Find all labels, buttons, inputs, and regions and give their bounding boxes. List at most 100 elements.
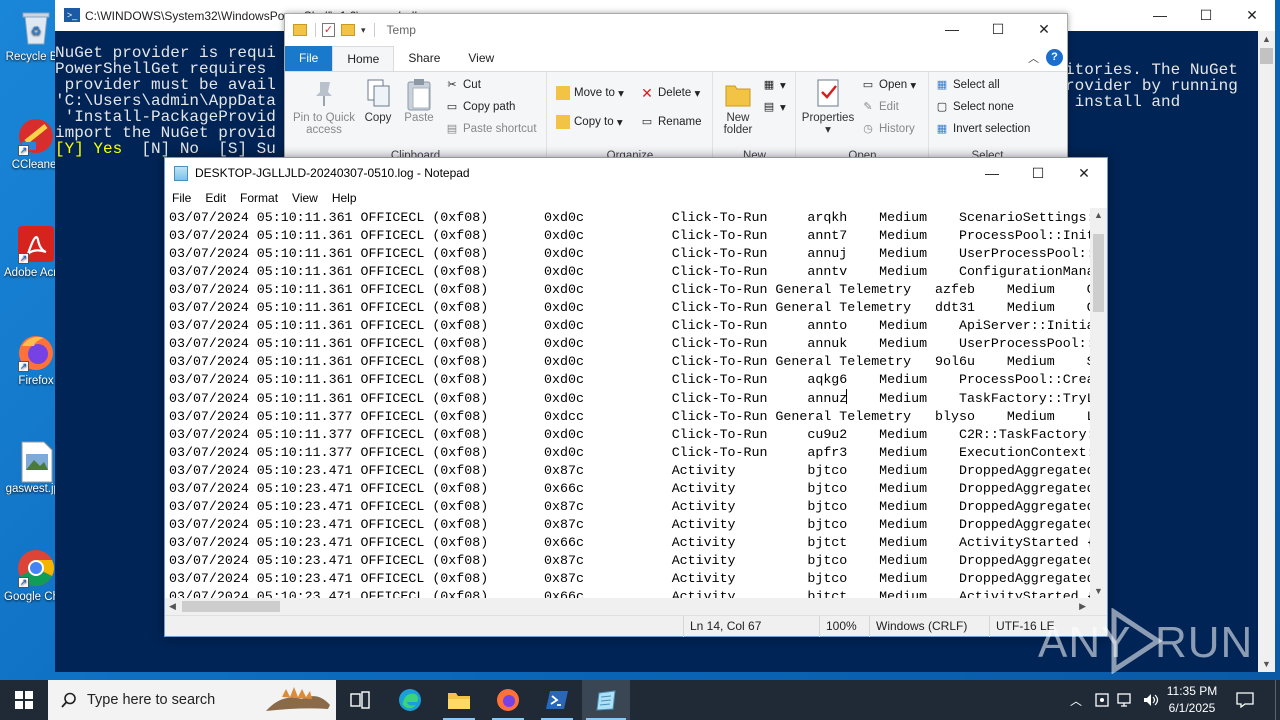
notepad-window[interactable]: DESKTOP-JGLLJLD-20240307-0510.log - Note… bbox=[164, 157, 1108, 637]
close-button[interactable]: ✕ bbox=[1229, 0, 1275, 30]
menu-view[interactable]: View bbox=[285, 188, 325, 208]
history-button[interactable]: ◷ History bbox=[861, 120, 915, 138]
notepad-text-area[interactable]: 03/07/2024 05:10:11.361 OFFICECL (0xf08)… bbox=[165, 208, 1107, 598]
open-icon: ▭ bbox=[862, 79, 874, 91]
properties-quick-icon[interactable]: ✓ bbox=[322, 23, 335, 37]
taskbar-firefox[interactable] bbox=[486, 680, 530, 720]
delete-button[interactable]: ✕ Delete ▾ bbox=[640, 84, 700, 102]
explorer-titlebar[interactable]: ✓ ▾ Temp — ☐ ✕ bbox=[285, 14, 1067, 46]
file-explorer-window[interactable]: ✓ ▾ Temp — ☐ ✕ File Home Share View ︿ ? … bbox=[284, 13, 1068, 163]
tab-home[interactable]: Home bbox=[332, 46, 395, 71]
scroll-down-arrow[interactable]: ▼ bbox=[1094, 586, 1103, 596]
maximize-button[interactable]: ☐ bbox=[1015, 158, 1061, 188]
scroll-thumb[interactable] bbox=[1093, 234, 1104, 312]
tab-view[interactable]: View bbox=[454, 46, 508, 71]
paste-button[interactable]: Paste bbox=[399, 78, 439, 124]
show-desktop-button[interactable] bbox=[1275, 680, 1280, 720]
powershell-scrollbar[interactable]: ▲ ▼ bbox=[1258, 31, 1275, 672]
notifications-button[interactable] bbox=[1236, 680, 1260, 720]
horizontal-scrollbar[interactable]: ◀ ▶ bbox=[165, 598, 1090, 615]
search-highlight-dinosaur-icon bbox=[266, 687, 330, 711]
notepad-titlebar[interactable]: DESKTOP-JGLLJLD-20240307-0510.log - Note… bbox=[165, 158, 1107, 188]
powershell-icon: >_ bbox=[64, 8, 80, 22]
windows-logo-icon bbox=[15, 691, 33, 709]
taskbar-search-box[interactable]: Type here to search bbox=[48, 680, 336, 720]
select-none-button[interactable]: ▢ Select none bbox=[935, 98, 1014, 116]
copy-path-icon: ▭ bbox=[446, 101, 458, 113]
new-item-button[interactable]: ▦ ▾ bbox=[762, 76, 786, 94]
scroll-down-arrow[interactable]: ▼ bbox=[1262, 659, 1271, 669]
tray-security-icon[interactable] bbox=[1094, 680, 1112, 720]
task-view-button[interactable] bbox=[338, 680, 382, 720]
help-icon[interactable]: ? bbox=[1046, 49, 1063, 66]
cut-button[interactable]: ✂ Cut bbox=[445, 76, 481, 94]
collapse-ribbon-icon[interactable]: ︿ bbox=[1028, 50, 1039, 66]
minimize-button[interactable]: — bbox=[1137, 0, 1183, 30]
log-line: 03/07/2024 05:10:11.361 OFFICECL (0xf08)… bbox=[169, 318, 1107, 333]
show-hidden-icons-button[interactable]: ︿ bbox=[1070, 680, 1086, 720]
taskbar-clock[interactable]: 11:35 PM 6/1/2025 bbox=[1166, 683, 1218, 717]
new-folder-quick-icon[interactable] bbox=[341, 24, 355, 36]
minimize-button[interactable]: — bbox=[969, 158, 1015, 188]
select-all-button[interactable]: ▦ Select all bbox=[935, 76, 1000, 94]
easy-access-button[interactable]: ▤ ▾ bbox=[762, 98, 786, 116]
log-line: 03/07/2024 05:10:23.471 OFFICECL (0xf08)… bbox=[169, 553, 1107, 568]
start-button[interactable] bbox=[0, 680, 48, 720]
properties-button[interactable]: Properties ▾ bbox=[799, 78, 857, 136]
copy-to-button[interactable]: Copy to ▾ bbox=[556, 113, 623, 131]
ps-line: provider must be avail bbox=[55, 76, 276, 94]
copy-to-icon bbox=[556, 115, 570, 129]
paste-label: Paste bbox=[404, 112, 434, 124]
scroll-thumb[interactable] bbox=[1260, 48, 1273, 64]
status-zoom: 100% bbox=[819, 616, 869, 637]
tab-file[interactable]: File bbox=[285, 46, 333, 71]
taskbar-file-explorer[interactable] bbox=[437, 680, 481, 720]
rename-button[interactable]: ▭ Rename bbox=[640, 113, 702, 131]
log-line: 03/07/2024 05:10:11.361 OFFICECL (0xf08)… bbox=[169, 372, 1107, 387]
taskbar-powershell[interactable] bbox=[535, 680, 579, 720]
close-button[interactable]: ✕ bbox=[1061, 158, 1107, 188]
cut-label: Cut bbox=[463, 79, 481, 91]
tray-volume-icon[interactable] bbox=[1142, 680, 1160, 720]
scroll-up-arrow[interactable]: ▲ bbox=[1094, 210, 1103, 220]
taskbar-notepad[interactable] bbox=[582, 680, 630, 720]
group-select: ▦ Select all ▢ Select none ▦ Invert selecti… bbox=[930, 72, 1045, 162]
tray-network-icon[interactable] bbox=[1117, 680, 1137, 720]
anyrun-watermark: ANY RUN bbox=[1038, 606, 1252, 676]
scroll-left-arrow[interactable]: ◀ bbox=[169, 601, 176, 612]
log-lines: 03/07/2024 05:10:11.361 OFFICECL (0xf08)… bbox=[169, 209, 1107, 598]
open-label: Open bbox=[879, 79, 908, 91]
invert-selection-button[interactable]: ▦ Invert selection bbox=[935, 120, 1031, 138]
copy-path-button[interactable]: ▭ Copy path bbox=[445, 98, 516, 116]
copy-path-label: Copy path bbox=[463, 101, 516, 113]
separator bbox=[373, 23, 375, 37]
new-folder-button[interactable]: New folder bbox=[718, 78, 758, 136]
taskbar-edge[interactable] bbox=[388, 680, 432, 720]
move-to-button[interactable]: Move to ▾ bbox=[556, 84, 624, 102]
copy-button[interactable]: Copy bbox=[359, 78, 397, 124]
scroll-thumb[interactable] bbox=[182, 601, 280, 612]
pin-quick-access-button[interactable]: Pin to Quick access bbox=[291, 78, 357, 136]
vertical-scrollbar[interactable]: ▲ ▼ bbox=[1090, 208, 1107, 598]
minimize-button[interactable]: — bbox=[929, 14, 975, 44]
network-icon bbox=[1117, 693, 1131, 707]
menu-file[interactable]: File bbox=[165, 188, 198, 208]
powershell-output[interactable]: NuGet provider is requi PowerShellGet req… bbox=[55, 45, 276, 157]
paste-shortcut-button[interactable]: ▤ Paste shortcut bbox=[445, 120, 537, 138]
menu-help[interactable]: Help bbox=[325, 188, 364, 208]
menu-format[interactable]: Format bbox=[233, 188, 285, 208]
maximize-button[interactable]: ☐ bbox=[1183, 0, 1229, 30]
open-button[interactable]: ▭ Open ▾ bbox=[861, 76, 916, 94]
menu-edit[interactable]: Edit bbox=[198, 188, 233, 208]
edit-button[interactable]: ✎ Edit bbox=[861, 98, 898, 116]
edge-icon bbox=[399, 689, 421, 711]
ps-line: rovider by running bbox=[1065, 77, 1238, 95]
close-button[interactable]: ✕ bbox=[1021, 14, 1067, 44]
chevron-up-icon: ︿ bbox=[1070, 693, 1083, 708]
file-explorer-icon bbox=[448, 693, 470, 709]
maximize-button[interactable]: ☐ bbox=[975, 14, 1021, 44]
quick-access-dropdown-icon[interactable]: ▾ bbox=[361, 25, 366, 36]
scroll-up-arrow[interactable]: ▲ bbox=[1262, 34, 1271, 44]
tab-share[interactable]: Share bbox=[394, 46, 454, 71]
history-label: History bbox=[879, 123, 915, 135]
